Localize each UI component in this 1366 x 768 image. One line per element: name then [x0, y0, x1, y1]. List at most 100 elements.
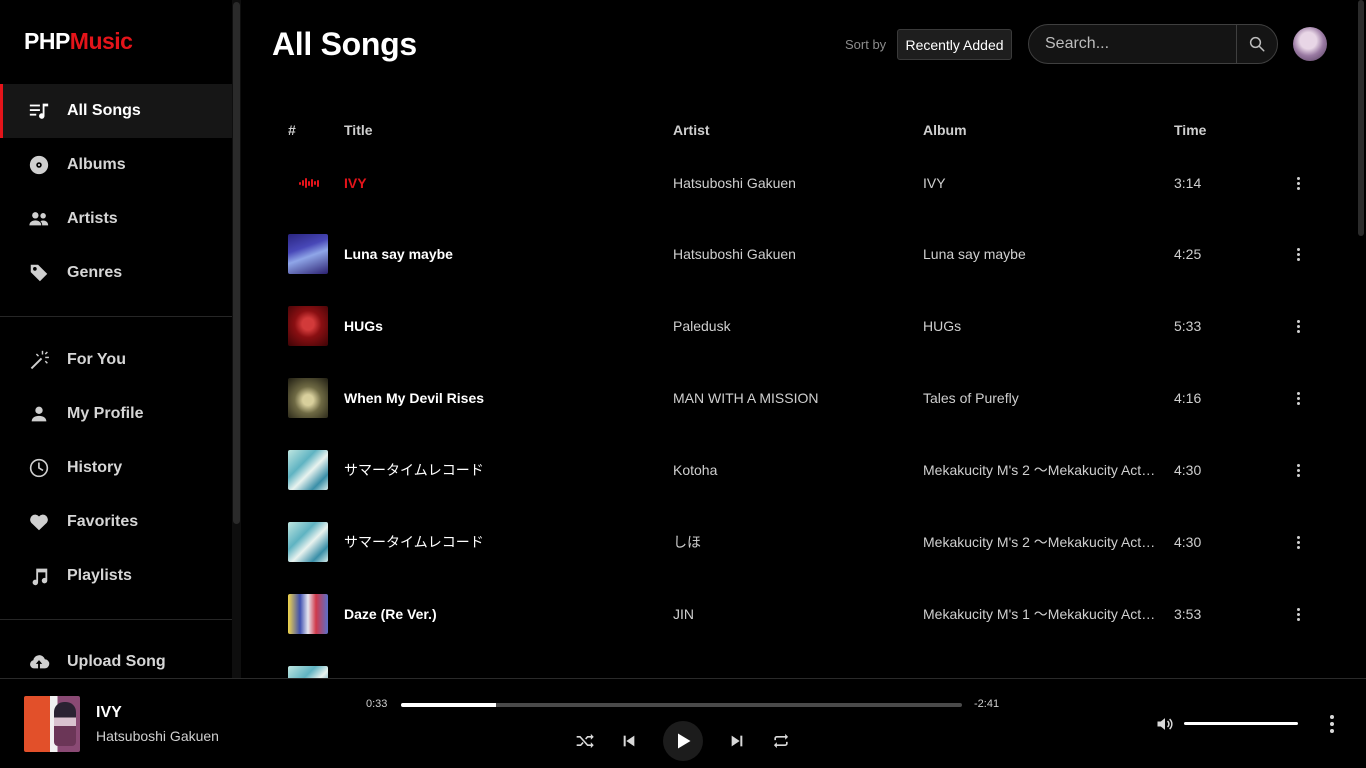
sidebar-item-favorites[interactable]: Favorites	[0, 495, 232, 549]
song-artist[interactable]: Kotoha	[673, 440, 717, 500]
search-button[interactable]	[1236, 25, 1277, 63]
song-title[interactable]: Daze (Re Ver.)	[344, 584, 437, 644]
sidebar-item-label: Playlists	[67, 567, 132, 584]
heart-icon	[27, 510, 51, 534]
song-title[interactable]: IVY	[344, 153, 367, 213]
sidebar-item-label: All Songs	[67, 102, 141, 119]
table-row[interactable]: サマータイムレコード しほ Mekakucity M's 2 ～Mekakuci…	[272, 512, 1332, 572]
table-row[interactable]: サマータイムレコード Kotoha Mekakucity M's 2 ～Meka…	[272, 440, 1332, 500]
song-title[interactable]: サマータイムレコード	[344, 512, 484, 572]
song-title[interactable]: HUGs	[344, 296, 383, 356]
song-artist[interactable]: Hatsuboshi Gakuen	[673, 224, 796, 284]
shuffle-button[interactable]	[573, 731, 597, 751]
table-row[interactable]: HUGs Paledusk HUGs 5:33	[272, 296, 1332, 356]
album-cover	[288, 450, 328, 490]
clock-icon	[27, 456, 51, 480]
album-cover	[288, 378, 328, 418]
song-artist[interactable]: MAN WITH A MISSION	[673, 368, 818, 428]
page-title: All Songs	[272, 26, 417, 62]
song-title[interactable]: Luna say maybe	[344, 224, 453, 284]
more-options-icon[interactable]	[1288, 604, 1308, 624]
sidebar-item-albums[interactable]: Albums	[0, 138, 232, 192]
player-more-options-icon[interactable]	[1322, 714, 1342, 734]
sidebar-item-all-songs[interactable]: All Songs	[0, 84, 232, 138]
music-list-icon	[27, 99, 51, 123]
remaining-time: -2:41	[974, 698, 1000, 710]
song-artist[interactable]: しほ	[673, 512, 701, 572]
avatar[interactable]	[1293, 27, 1327, 61]
sidebar-item-label: Upload Song	[67, 653, 166, 670]
song-title[interactable]: サマータイムレコード	[344, 440, 484, 500]
repeat-icon	[773, 733, 789, 749]
previous-button[interactable]	[619, 731, 639, 751]
song-album[interactable]: Mekakucity M's 1 ～Mekakucity Actors Voca…	[923, 584, 1158, 644]
table-row[interactable]: Daze (Re Ver.) JIN Mekakucity M's 1 ～Mek…	[272, 584, 1332, 644]
album-cover	[288, 594, 328, 634]
album-cover	[288, 306, 328, 346]
more-options-icon[interactable]	[1288, 173, 1308, 193]
sidebar-item-genres[interactable]: Genres	[0, 246, 232, 300]
sidebar-item-label: History	[67, 459, 123, 476]
app-logo[interactable]: PHPMusic	[24, 28, 133, 55]
song-album[interactable]: IVY	[923, 153, 1158, 213]
sidebar-item-artists[interactable]: Artists	[0, 192, 232, 246]
sidebar-scrollbar[interactable]	[232, 0, 241, 678]
main-scrollbar[interactable]	[1356, 0, 1366, 678]
sidebar-scrollbar-thumb[interactable]	[233, 2, 240, 524]
sidebar-item-history[interactable]: History	[0, 441, 232, 495]
repeat-button[interactable]	[769, 731, 793, 751]
song-album[interactable]: Mekakucity M's 2 ～Mekakucity Actors Voca…	[923, 512, 1158, 572]
table-row[interactable]: Luna say maybe Hatsuboshi Gakuen Luna sa…	[272, 224, 1332, 284]
more-options-icon[interactable]	[1288, 316, 1308, 336]
sort-dropdown[interactable]: Recently Added	[897, 29, 1012, 60]
shuffle-icon	[576, 733, 594, 749]
column-header-album[interactable]: Album	[923, 122, 967, 138]
table-row[interactable]: IVY Hatsuboshi Gakuen IVY 3:14	[272, 153, 1332, 213]
album-cover	[288, 234, 328, 274]
song-title[interactable]: When My Devil Rises	[344, 368, 484, 428]
song-artist[interactable]: Paledusk	[673, 296, 731, 356]
now-playing-artist[interactable]: Hatsuboshi Gakuen	[96, 728, 219, 744]
sidebar-item-upload-song[interactable]: Upload Song	[0, 635, 232, 678]
logo-text-music: Music	[69, 28, 133, 54]
table-row-partial[interactable]	[272, 656, 1332, 678]
more-options-icon[interactable]	[1288, 460, 1308, 480]
sidebar-item-for-you[interactable]: For You	[0, 333, 232, 387]
song-album[interactable]: Tales of Purefly	[923, 368, 1158, 428]
volume-icon	[1157, 718, 1173, 730]
sidebar-item-my-profile[interactable]: My Profile	[0, 387, 232, 441]
play-button[interactable]	[663, 721, 703, 761]
song-artist[interactable]: JIN	[673, 584, 694, 644]
next-button[interactable]	[727, 731, 747, 751]
song-album[interactable]: Mekakucity M's 2 ～Mekakucity Actors Voca…	[923, 440, 1158, 500]
more-options-icon[interactable]	[1288, 388, 1308, 408]
logo-text-php: PHP	[24, 28, 70, 54]
more-options-icon[interactable]	[1288, 244, 1308, 264]
sidebar-item-label: Artists	[67, 210, 118, 227]
column-header-title[interactable]: Title	[344, 122, 373, 138]
more-options-icon[interactable]	[1288, 532, 1308, 552]
column-header-artist[interactable]: Artist	[673, 122, 710, 138]
current-time: 0:33	[366, 698, 388, 710]
song-album[interactable]: HUGs	[923, 296, 1158, 356]
song-time: 5:33	[1174, 318, 1202, 334]
main-scrollbar-thumb[interactable]	[1358, 0, 1364, 236]
search-input[interactable]	[1029, 25, 1237, 63]
volume-fill	[1184, 722, 1298, 725]
song-time: 3:14	[1174, 175, 1202, 191]
search-icon	[1249, 36, 1265, 52]
table-row[interactable]: When My Devil Rises MAN WITH A MISSION T…	[272, 368, 1332, 428]
progress-fill	[401, 703, 497, 707]
song-artist[interactable]: Hatsuboshi Gakuen	[673, 153, 796, 213]
now-playing-cover[interactable]	[24, 696, 80, 752]
volume-button[interactable]	[1155, 714, 1175, 734]
song-album[interactable]: Luna say maybe	[923, 224, 1158, 284]
volume-slider[interactable]	[1184, 722, 1298, 725]
sidebar-item-playlists[interactable]: Playlists	[0, 549, 232, 603]
progress-bar[interactable]	[401, 703, 962, 707]
now-playing-title[interactable]: IVY	[96, 704, 122, 722]
music-note-icon	[27, 564, 51, 588]
tag-icon	[27, 261, 51, 285]
song-time: 4:30	[1174, 462, 1202, 478]
column-header-time[interactable]: Time	[1174, 122, 1206, 138]
